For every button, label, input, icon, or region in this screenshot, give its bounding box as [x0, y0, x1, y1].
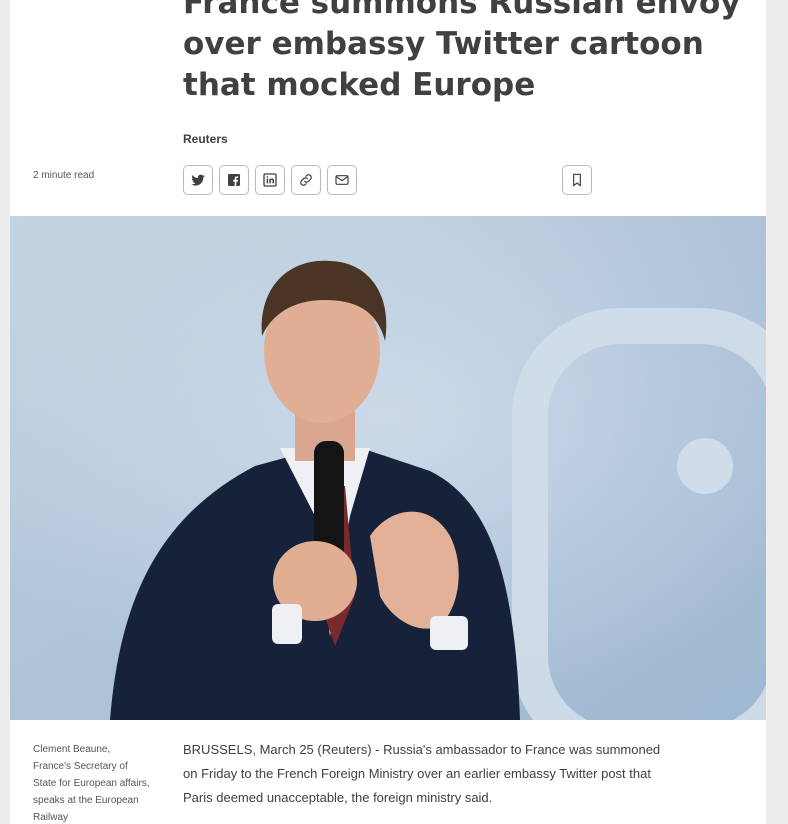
headline-line: over embassy Twitter cartoon	[183, 26, 704, 62]
share-facebook-button[interactable]	[219, 165, 249, 195]
lead-paragraph: BRUSSELS, March 25 (Reuters) - Russia's …	[183, 742, 661, 805]
page-gutter	[766, 0, 788, 824]
article-photo[interactable]	[10, 216, 766, 720]
article-headline: France summons Russian envoy over embass…	[183, 0, 743, 106]
facebook-icon	[228, 174, 240, 186]
photo-caption: Clement Beaune, France's Secretary of St…	[33, 744, 150, 823]
share-email-button[interactable]	[327, 165, 357, 195]
email-icon	[335, 175, 349, 185]
headline-line: that mocked Europe	[183, 67, 536, 103]
link-icon	[300, 174, 312, 186]
photo-speaker-illustration	[10, 216, 766, 720]
bookmark-icon	[573, 173, 581, 187]
copy-link-button[interactable]	[291, 165, 321, 195]
share-linkedin-button[interactable]	[255, 165, 285, 195]
bookmark-button[interactable]	[562, 165, 592, 195]
twitter-icon	[191, 174, 205, 186]
headline-line: France summons Russian envoy	[183, 0, 741, 21]
article-card: France summons Russian envoy over embass…	[10, 0, 766, 824]
linkedin-icon	[263, 173, 277, 187]
read-time: 2 minute read	[33, 170, 95, 181]
byline[interactable]: Reuters	[183, 132, 228, 146]
share-toolbar	[183, 165, 357, 195]
share-twitter-button[interactable]	[183, 165, 213, 195]
